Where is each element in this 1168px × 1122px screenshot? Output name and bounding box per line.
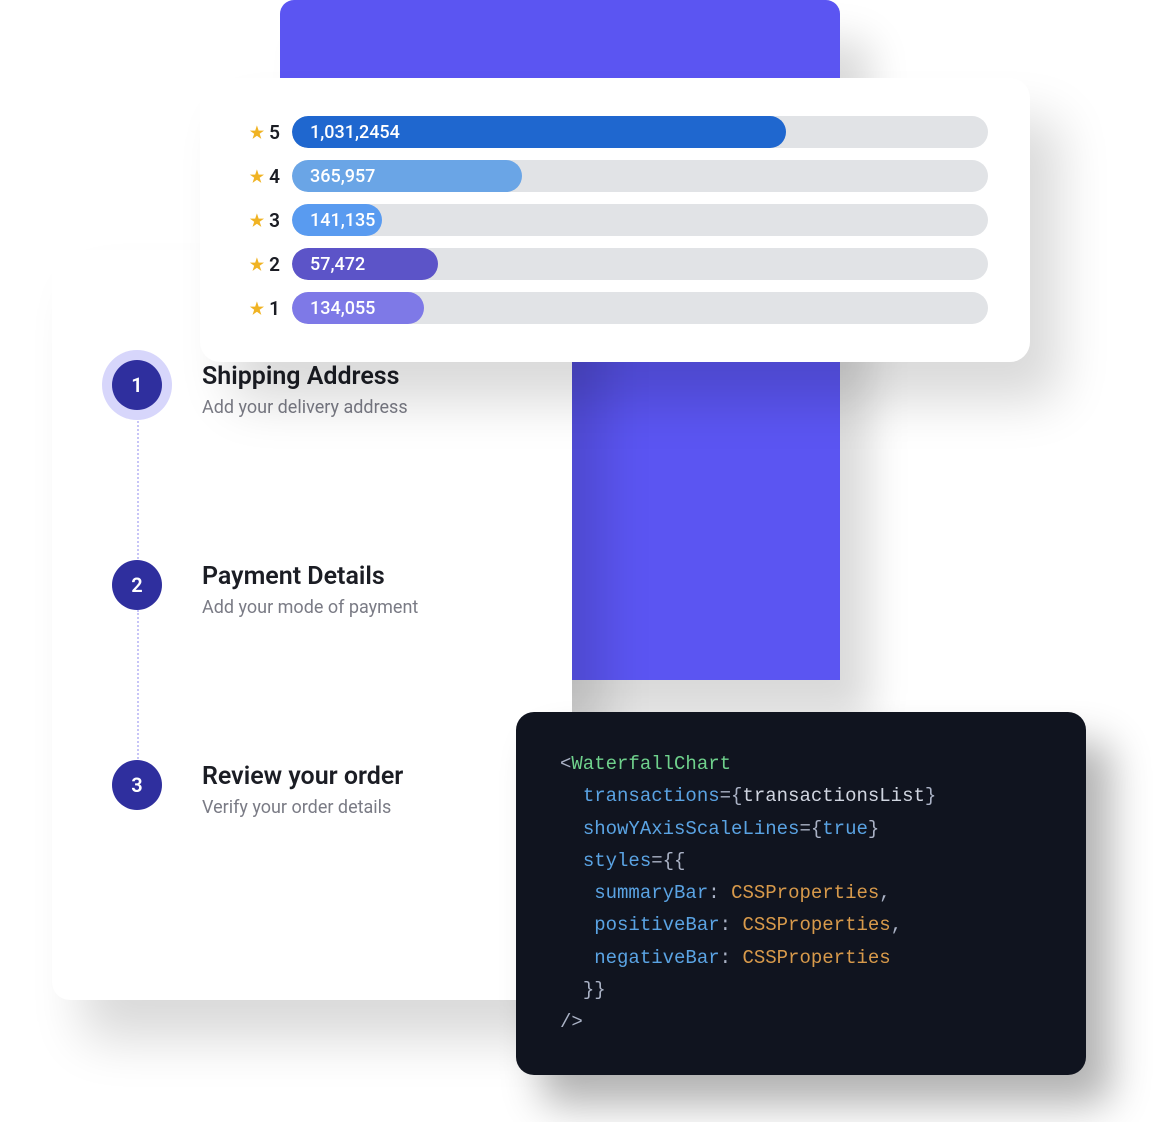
step-review[interactable]: 3 Review your order Verify your order de… bbox=[112, 760, 512, 818]
step-title: Shipping Address bbox=[202, 362, 408, 391]
rating-label: ★5 bbox=[230, 121, 280, 144]
rating-label: ★3 bbox=[230, 209, 280, 232]
rating-count: 57,472 bbox=[310, 254, 365, 275]
step-subtitle: Add your delivery address bbox=[202, 397, 408, 418]
rating-star-number: 5 bbox=[269, 121, 280, 144]
rating-bar-track: 57,472 bbox=[292, 248, 988, 280]
rating-star-number: 2 bbox=[269, 253, 280, 276]
rating-bar-fill: 134,055 bbox=[292, 292, 424, 324]
rating-star-number: 1 bbox=[269, 297, 280, 320]
step-badge: 3 bbox=[112, 760, 162, 810]
rating-label: ★4 bbox=[230, 165, 280, 188]
code-line: showYAxisScaleLines={true} bbox=[560, 813, 1050, 845]
rating-bar-fill: 141,135 bbox=[292, 204, 382, 236]
step-title: Review your order bbox=[202, 762, 403, 791]
rating-count: 141,135 bbox=[310, 210, 375, 231]
rating-row: ★257,472 bbox=[230, 246, 988, 282]
code-line: positiveBar: CSSProperties, bbox=[560, 909, 1050, 941]
code-line: transactions={transactionsList} bbox=[560, 780, 1050, 812]
rating-count: 365,957 bbox=[310, 166, 375, 187]
rating-row: ★1134,055 bbox=[230, 290, 988, 326]
step-subtitle: Verify your order details bbox=[202, 797, 403, 818]
star-icon: ★ bbox=[250, 299, 264, 318]
rating-bar-track: 134,055 bbox=[292, 292, 988, 324]
rating-label: ★1 bbox=[230, 297, 280, 320]
rating-star-number: 3 bbox=[269, 209, 280, 232]
code-snippet-card: <WaterfallChart transactions={transactio… bbox=[516, 712, 1086, 1075]
step-connector bbox=[137, 610, 139, 775]
code-line: negativeBar: CSSProperties bbox=[560, 942, 1050, 974]
checkout-stepper-card: 1 Shipping Address Add your delivery add… bbox=[52, 250, 572, 1000]
code-line: /> bbox=[560, 1006, 1050, 1038]
rating-star-number: 4 bbox=[269, 165, 280, 188]
code-line: summaryBar: CSSProperties, bbox=[560, 877, 1050, 909]
step-payment[interactable]: 2 Payment Details Add your mode of payme… bbox=[112, 560, 512, 760]
rating-bar-track: 141,135 bbox=[292, 204, 988, 236]
rating-bar-fill: 57,472 bbox=[292, 248, 438, 280]
step-shipping[interactable]: 1 Shipping Address Add your delivery add… bbox=[112, 360, 512, 560]
rating-bar-fill: 1,031,2454 bbox=[292, 116, 786, 148]
step-badge: 2 bbox=[112, 560, 162, 610]
rating-count: 1,031,2454 bbox=[310, 122, 400, 143]
code-line: styles={{ bbox=[560, 845, 1050, 877]
rating-label: ★2 bbox=[230, 253, 280, 276]
step-connector bbox=[137, 410, 139, 575]
ratings-card: ★51,031,2454★4365,957★3141,135★257,472★1… bbox=[200, 78, 1030, 362]
rating-row: ★4365,957 bbox=[230, 158, 988, 194]
star-icon: ★ bbox=[250, 123, 264, 142]
rating-count: 134,055 bbox=[310, 298, 375, 319]
rating-bar-track: 1,031,2454 bbox=[292, 116, 988, 148]
rating-bar-track: 365,957 bbox=[292, 160, 988, 192]
step-title: Payment Details bbox=[202, 562, 418, 591]
rating-bar-fill: 365,957 bbox=[292, 160, 522, 192]
rating-row: ★51,031,2454 bbox=[230, 114, 988, 150]
rating-row: ★3141,135 bbox=[230, 202, 988, 238]
step-badge: 1 bbox=[112, 360, 162, 410]
code-line: }} bbox=[560, 974, 1050, 1006]
star-icon: ★ bbox=[250, 255, 264, 274]
code-line: <WaterfallChart bbox=[560, 748, 1050, 780]
star-icon: ★ bbox=[250, 167, 264, 186]
step-subtitle: Add your mode of payment bbox=[202, 597, 418, 618]
star-icon: ★ bbox=[250, 211, 264, 230]
